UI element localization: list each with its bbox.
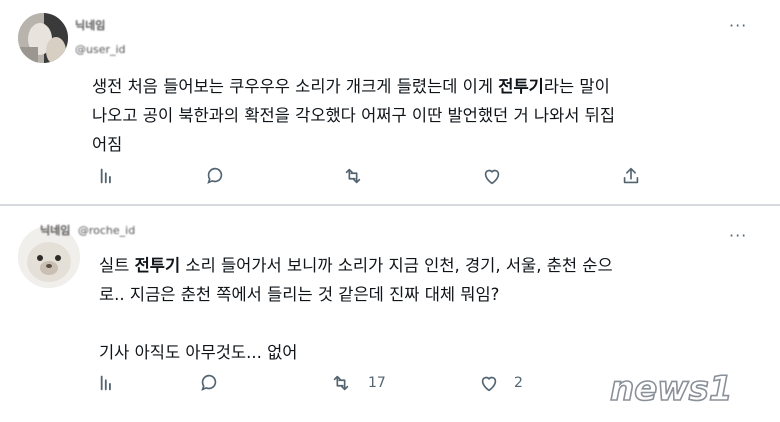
text-segment: 로.. 지금은 춘천 쪽에서 들리는 것 같은데 진짜 대체 뭐임?	[99, 285, 500, 304]
tweet-text-line: 나오고 공이 북한과의 확전을 각오했다 어쩌구 이딴 발언했던 거 나와서 뒤…	[92, 101, 615, 130]
comment-icon	[201, 374, 217, 391]
text-segment: 나오고 공이 북한과의 확전을 각오했다 어쩌구 이딴 발언했던 거 나와서 뒤…	[92, 106, 616, 125]
user-name[interactable]: 닉네임	[75, 17, 105, 33]
text-segment: 소리 들어가서 보니까 소리가 지금 인천, 경기, 서울, 춘천 순으	[180, 256, 613, 275]
text-segment: 어짐	[92, 135, 123, 154]
retweet-button[interactable]: 17	[330, 372, 386, 394]
tweet-text-line: 로.. 지금은 춘천 쪽에서 들리는 것 같은데 진짜 대체 뭐임?	[99, 280, 613, 309]
like-count: 2	[514, 375, 523, 391]
user-name-and-handle[interactable]: 닉네임 @roche_id	[40, 222, 135, 238]
reply-button[interactable]	[98, 372, 120, 394]
retweet-count: 17	[368, 375, 386, 391]
text-segment: 기사 아직도 아무것도... 없어	[99, 343, 298, 362]
like-icon	[481, 376, 497, 392]
comment-button[interactable]	[204, 165, 234, 187]
comment-button[interactable]	[198, 372, 228, 394]
text-segment: 실트	[99, 256, 135, 275]
more-icon[interactable]: ···	[729, 226, 747, 245]
user-name[interactable]: 닉네임	[40, 224, 70, 237]
reply-icon	[100, 168, 111, 184]
retweet-icon	[345, 168, 361, 184]
user-handle[interactable]: @user_id	[75, 43, 126, 56]
news1-watermark-text: news1	[610, 369, 733, 409]
user-handle[interactable]: @roche_id	[78, 224, 135, 237]
tweet-text-line: 생전 처음 들어보는 쿠우우우 소리가 개크게 들렸는데 이게 전투기라는 말이	[92, 72, 615, 101]
tweet-text-line: 기사 아직도 아무것도... 없어	[99, 338, 613, 367]
retweet-button[interactable]	[342, 165, 372, 187]
text-segment: 라는 말이	[543, 77, 610, 96]
tweet-text-line: 어짐	[92, 130, 615, 159]
retweet-icon	[333, 375, 349, 391]
tweet-2[interactable]: 닉네임 @roche_id ··· 실트 전투기 소리 들어가서 보니까 소리가…	[0, 206, 780, 422]
share-button[interactable]	[620, 165, 642, 187]
highlighted-keyword: 전투기	[134, 256, 181, 275]
reply-icon	[100, 375, 111, 391]
like-button[interactable]	[481, 165, 511, 187]
comment-icon	[207, 167, 223, 184]
text-segment: 생전 처음 들어보는 쿠우우우 소리가 개크게 들렸는데 이게	[92, 77, 499, 96]
reply-button[interactable]	[98, 165, 120, 187]
tweet-text-line	[99, 309, 613, 338]
share-icon	[623, 167, 639, 184]
highlighted-keyword: 전투기	[498, 77, 544, 96]
tweet-text: 실트 전투기 소리 들어가서 보니까 소리가 지금 인천, 경기, 서울, 춘천…	[99, 251, 613, 367]
more-icon[interactable]: ···	[729, 16, 747, 35]
tweet-text: 생전 처음 들어보는 쿠우우우 소리가 개크게 들렸는데 이게 전투기라는 말이…	[92, 72, 615, 159]
like-button[interactable]: 2	[478, 372, 523, 394]
avatar-image	[18, 13, 68, 63]
avatar[interactable]	[18, 13, 68, 63]
tweet-1[interactable]: 닉네임 @user_id ··· 생전 처음 들어보는 쿠우우우 소리가 개크게…	[0, 0, 780, 205]
like-icon	[484, 169, 500, 185]
action-bar	[0, 165, 780, 189]
tweet-text-line: 실트 전투기 소리 들어가서 보니까 소리가 지금 인천, 경기, 서울, 춘천…	[99, 251, 613, 280]
news1-watermark-logo: news1	[609, 368, 733, 410]
